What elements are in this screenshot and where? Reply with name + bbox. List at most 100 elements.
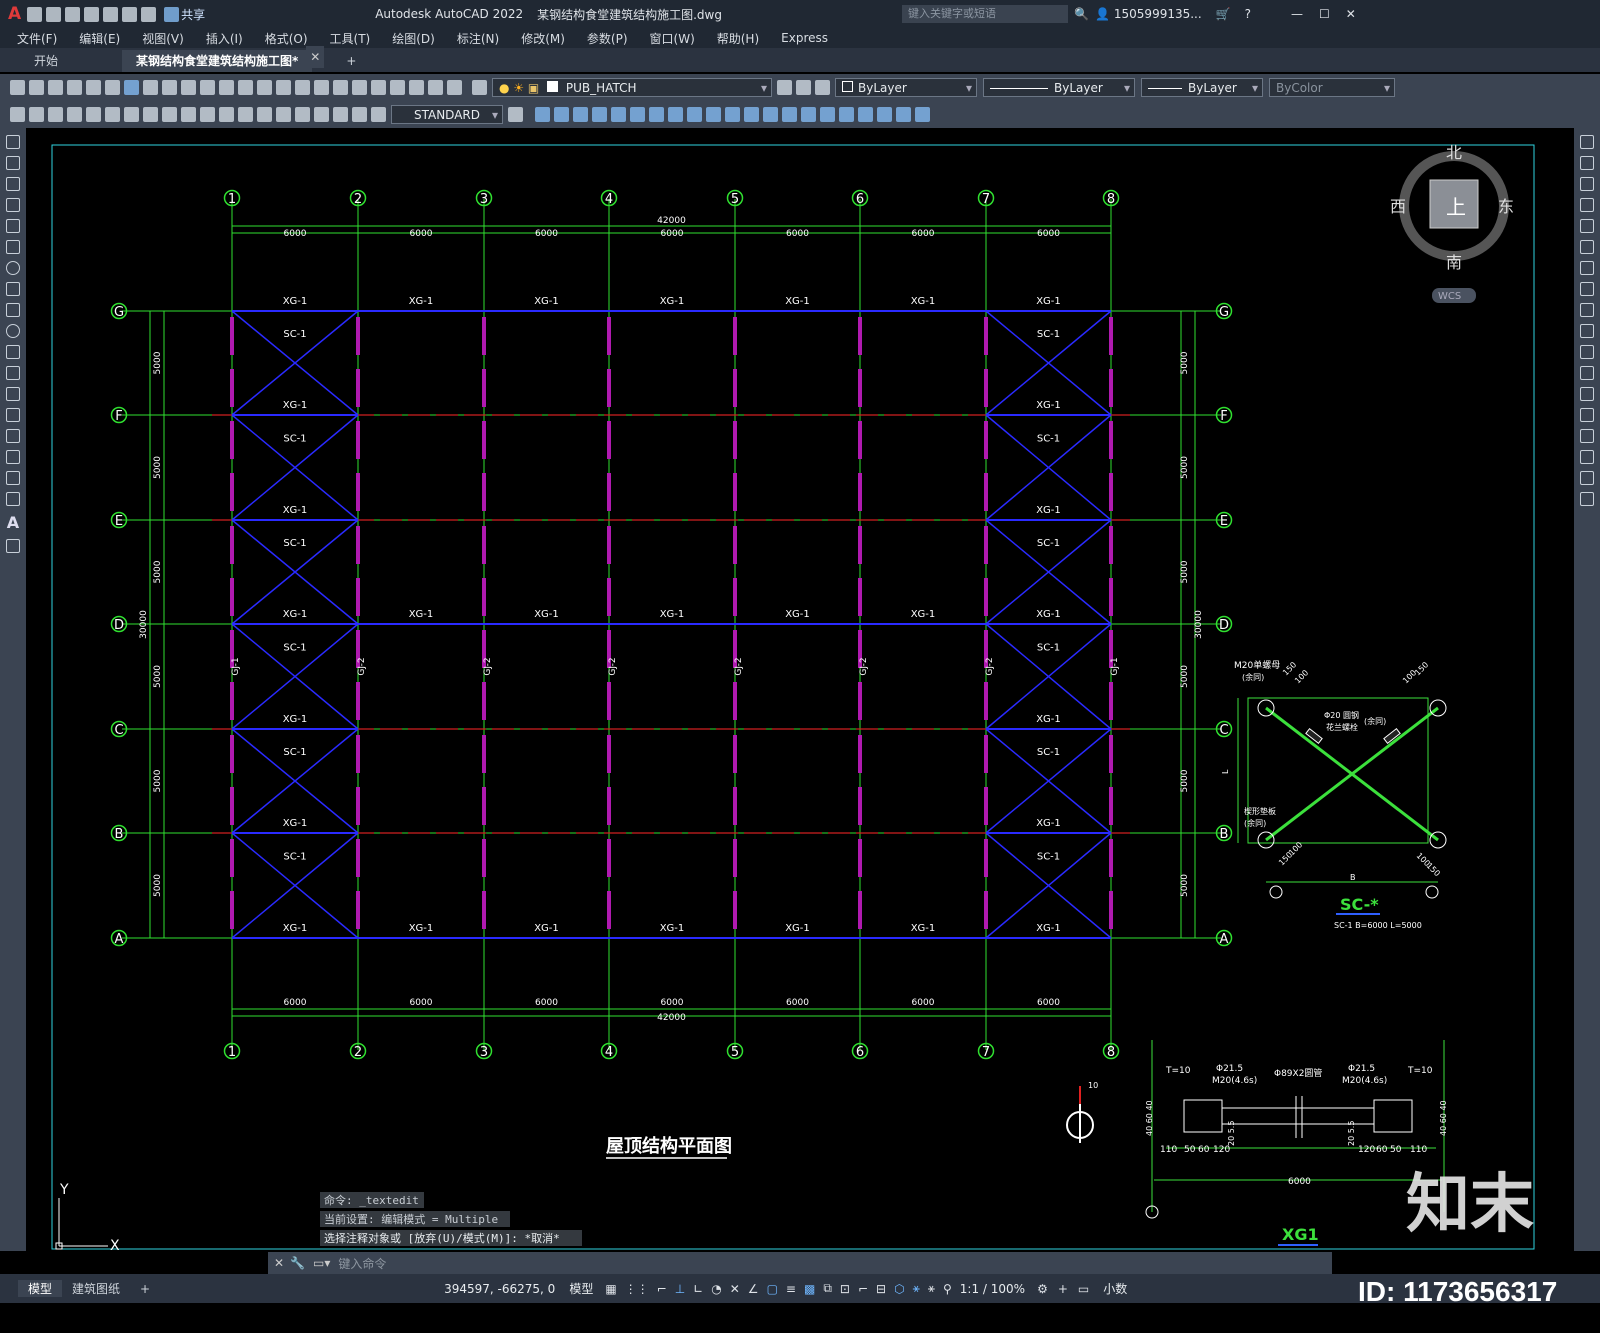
orbit-icon[interactable] <box>592 107 607 122</box>
customize-cmd-icon[interactable]: 🔧 <box>290 1256 305 1270</box>
join-icon[interactable] <box>1580 408 1594 422</box>
view-icon[interactable] <box>535 107 550 122</box>
menu-parameter[interactable]: 参数(P) <box>576 30 639 47</box>
render4-icon[interactable] <box>820 107 835 122</box>
layer-states-icon[interactable] <box>815 80 830 95</box>
drawing-svg[interactable]: 1 1 2 2 3 3 4 4 5 5 6 6 7 7 8 8 G G F F E E D D C C B B A A 6000 6000 60… <box>26 128 1574 1254</box>
menu-file[interactable]: 文件(F) <box>6 30 68 47</box>
make-block-icon[interactable] <box>6 387 20 401</box>
insert-block-icon[interactable] <box>6 366 20 380</box>
scale-icon[interactable] <box>1580 282 1594 296</box>
add-icon[interactable]: + <box>1058 1282 1068 1296</box>
ortho-icon[interactable]: ∟ <box>693 1282 703 1296</box>
properties-icon[interactable] <box>333 80 348 95</box>
transparency-icon[interactable]: ▩ <box>804 1282 815 1296</box>
dim-arc-icon[interactable] <box>48 107 63 122</box>
dim-update-icon[interactable] <box>371 107 386 122</box>
ucs4-icon[interactable] <box>668 107 683 122</box>
solid4-icon[interactable] <box>896 107 911 122</box>
markup-icon[interactable] <box>409 80 424 95</box>
menu-view[interactable]: 视图(V) <box>131 30 195 47</box>
share-button[interactable]: 共享 <box>181 6 205 23</box>
osnap-track-icon[interactable]: ∠ <box>748 1282 759 1296</box>
viewcube-south[interactable]: 南 <box>1446 253 1462 272</box>
undo-icon[interactable] <box>122 6 138 22</box>
tab-drawing[interactable]: 某钢结构食堂建筑结构施工图* <box>122 50 313 72</box>
break-point-icon[interactable] <box>1580 366 1594 380</box>
inspect-icon[interactable] <box>295 107 310 122</box>
share-icon[interactable] <box>164 6 180 22</box>
sheet-set-icon[interactable] <box>390 80 405 95</box>
polygon-icon[interactable] <box>6 198 20 212</box>
hardware-accel-icon[interactable]: ▭ <box>1078 1282 1089 1296</box>
annotation-scale[interactable]: 1:1 / 100% <box>960 1282 1025 1296</box>
new-icon[interactable] <box>27 6 43 22</box>
redo-icon[interactable] <box>238 80 253 95</box>
dim-jogged-icon[interactable] <box>105 107 120 122</box>
gradient-icon[interactable] <box>6 450 20 464</box>
tab-layout[interactable]: 建筑图纸 <box>62 1280 130 1297</box>
drawing-canvas[interactable]: 1 1 2 2 3 3 4 4 5 5 6 6 7 7 8 8 G G F F E E D D C C B B A A 6000 6000 60… <box>26 128 1574 1254</box>
trim-icon[interactable] <box>1580 324 1594 338</box>
snap-icon[interactable]: ⋮⋮ <box>625 1282 649 1296</box>
render2-icon[interactable] <box>782 107 797 122</box>
construction-line-icon[interactable] <box>6 156 20 170</box>
copy-object-icon[interactable] <box>1580 156 1594 170</box>
dim-space-icon[interactable] <box>219 107 234 122</box>
preview-icon[interactable] <box>86 80 101 95</box>
menu-help[interactable]: 帮助(H) <box>706 30 770 47</box>
dim-ordinate-icon[interactable] <box>67 107 82 122</box>
circle-icon[interactable] <box>6 261 20 275</box>
stretch-icon[interactable] <box>1580 303 1594 317</box>
pan-icon[interactable] <box>257 80 272 95</box>
close-button[interactable]: ✕ <box>1346 7 1356 21</box>
solid2-icon[interactable] <box>858 107 873 122</box>
explode-icon[interactable] <box>1580 492 1594 506</box>
autocad-logo-icon[interactable]: A <box>8 4 21 24</box>
3d-osnap-icon[interactable]: ⊡ <box>840 1282 850 1296</box>
print-icon[interactable] <box>67 80 82 95</box>
dim-radius-icon[interactable] <box>86 107 101 122</box>
polar-icon[interactable]: ◔ <box>711 1282 721 1296</box>
menu-express[interactable]: Express <box>770 31 839 45</box>
units-dropdown[interactable]: 小数 <box>1103 1280 1127 1297</box>
move-icon[interactable] <box>1580 240 1594 254</box>
tab-start[interactable]: 开始 <box>20 50 72 72</box>
tool-palette-icon[interactable] <box>371 80 386 95</box>
solid3-icon[interactable] <box>877 107 892 122</box>
layer-previous-icon[interactable] <box>777 80 792 95</box>
coordinates[interactable]: 394597, -66275, 0 <box>444 1282 555 1296</box>
copy-icon[interactable] <box>162 80 177 95</box>
solid-icon[interactable] <box>839 107 854 122</box>
cart-icon[interactable]: 🛒 <box>1216 7 1231 21</box>
quick-dim-icon[interactable] <box>162 107 177 122</box>
annotation-visibility-icon[interactable]: ⚹ <box>913 1281 920 1296</box>
wcs-menu[interactable]: WCS <box>1438 291 1461 302</box>
rotate-icon[interactable] <box>1580 261 1594 275</box>
blend-icon[interactable] <box>1580 471 1594 485</box>
user-name[interactable]: 1505999135... <box>1114 7 1202 21</box>
offset-icon[interactable] <box>1580 198 1594 212</box>
menu-modify[interactable]: 修改(M) <box>510 30 576 47</box>
plotstyle-dropdown[interactable]: ByColor <box>1269 78 1395 98</box>
add-selected-icon[interactable] <box>6 539 20 553</box>
settings-gear-icon[interactable]: ⚙ <box>1037 1282 1048 1296</box>
ucs2-icon[interactable] <box>630 107 645 122</box>
spline-icon[interactable] <box>6 303 20 317</box>
lineweight-icon[interactable]: ≡ <box>786 1282 796 1296</box>
dim-aligned-icon[interactable] <box>29 107 44 122</box>
color-dropdown[interactable]: ByLayer <box>835 78 977 98</box>
selection-cycling-icon[interactable]: ⧉ <box>823 1281 832 1296</box>
paste-icon[interactable] <box>181 80 196 95</box>
close-cmd-icon[interactable]: ✕ <box>274 1256 284 1270</box>
web-icon[interactable] <box>124 80 139 95</box>
dim-style-icon[interactable] <box>508 107 523 122</box>
tab-add-layout[interactable]: + <box>130 1282 160 1296</box>
region-icon[interactable] <box>6 471 20 485</box>
chamfer-icon[interactable] <box>1580 429 1594 443</box>
polyline-icon[interactable] <box>6 177 20 191</box>
solid5-icon[interactable] <box>915 107 930 122</box>
layer-dropdown[interactable]: ● ☀ ▣ PUB_HATCH <box>492 78 772 98</box>
viewcube-west[interactable]: 西 <box>1390 197 1406 216</box>
break-icon[interactable] <box>1580 387 1594 401</box>
